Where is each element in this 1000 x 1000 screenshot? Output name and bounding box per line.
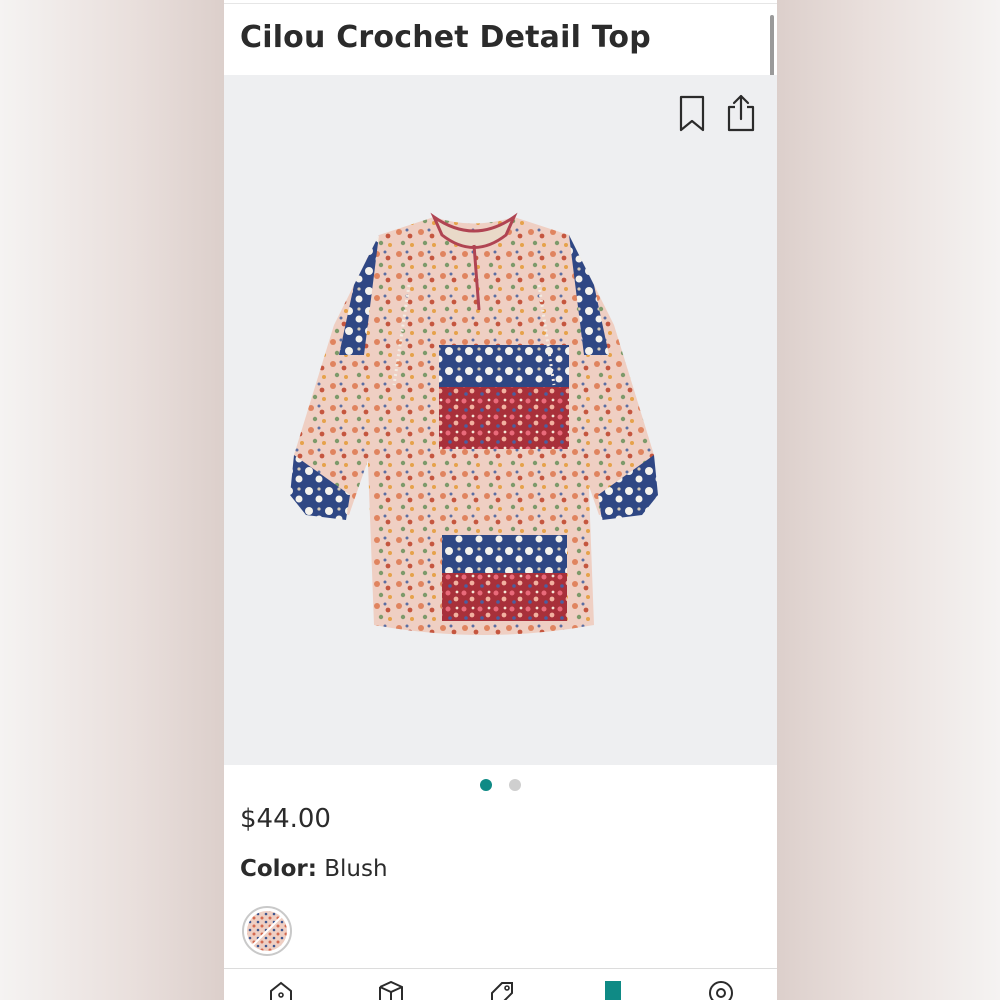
product-title: Cilou Crochet Detail Top (240, 20, 651, 55)
pagination-dot-active[interactable] (480, 779, 493, 791)
bottom-tab-bar (224, 968, 777, 1000)
background-blur-left (0, 0, 224, 1000)
home-icon[interactable] (266, 979, 296, 1000)
color-selection-label: Color: Blush (240, 856, 388, 882)
tag-icon[interactable] (486, 979, 516, 1000)
box-icon[interactable] (376, 979, 406, 1000)
color-swatch-blush[interactable] (242, 906, 292, 956)
color-value: Blush (324, 856, 388, 882)
share-icon[interactable] (725, 93, 757, 132)
color-label: Color: (240, 856, 317, 882)
gallery-pagination (224, 778, 777, 792)
product-image-gallery[interactable] (224, 75, 777, 765)
product-price: $44.00 (240, 804, 331, 834)
bookmark-icon[interactable] (676, 95, 708, 133)
background-blur-right (776, 0, 1000, 1000)
profile-icon[interactable] (706, 979, 736, 1000)
product-photo (290, 212, 658, 635)
pagination-dot[interactable] (508, 779, 521, 791)
active-tab-icon[interactable] (598, 979, 628, 1000)
app-screen: Cilou Crochet Detail Top $44.00 Color: B… (224, 0, 777, 1000)
product-header: Cilou Crochet Detail Top (224, 3, 777, 76)
